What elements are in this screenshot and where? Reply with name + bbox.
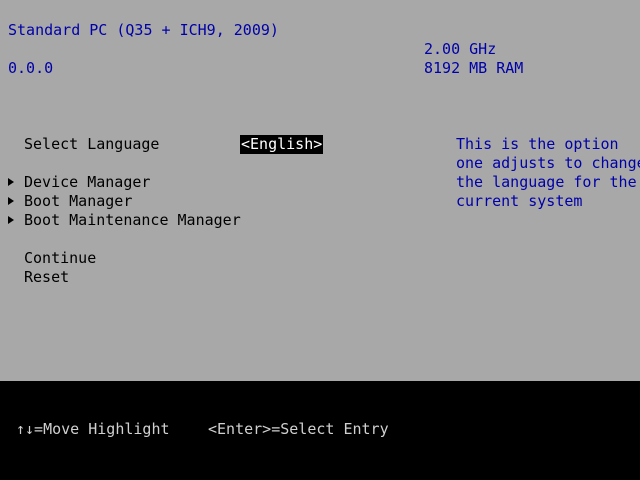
language-selector[interactable]: <English> [240,135,324,154]
submenu-arrow-icon [8,216,14,224]
platform-name: Standard PC (Q35 + ICH9, 2009) [8,21,279,39]
continue-item[interactable]: Continue [24,249,96,268]
firmware-version: 0.0.0 [8,59,54,77]
cpu-speed: 2.00 GHz [424,40,497,58]
help-text-line: This is the option [456,135,619,153]
key-help-footer: ↑↓=Move Highlight <Enter>=Select Entry [0,381,640,480]
reset-item[interactable]: Reset [24,268,69,287]
select-language-label: Select Language [24,135,160,153]
setup-main-panel: Standard PC (Q35 + ICH9, 2009) 2.00 GHz … [0,0,640,381]
select-entry-hint: <Enter>=Select Entry [208,420,389,438]
boot-maintenance-manager-item[interactable]: Boot Maintenance Manager [24,211,241,230]
device-manager-item[interactable]: Device Manager [24,173,150,192]
move-highlight-hint: ↑↓=Move Highlight [16,420,170,438]
submenu-arrow-icon [8,178,14,186]
memory-size: 8192 MB RAM [424,59,524,77]
help-text-line: current system [456,192,583,210]
submenu-arrow-icon [8,197,14,205]
help-text-line: one adjusts to change [456,154,640,172]
boot-manager-item[interactable]: Boot Manager [24,192,132,211]
bios-screen: Standard PC (Q35 + ICH9, 2009) 2.00 GHz … [0,0,640,480]
help-text-line: the language for the [456,173,637,191]
